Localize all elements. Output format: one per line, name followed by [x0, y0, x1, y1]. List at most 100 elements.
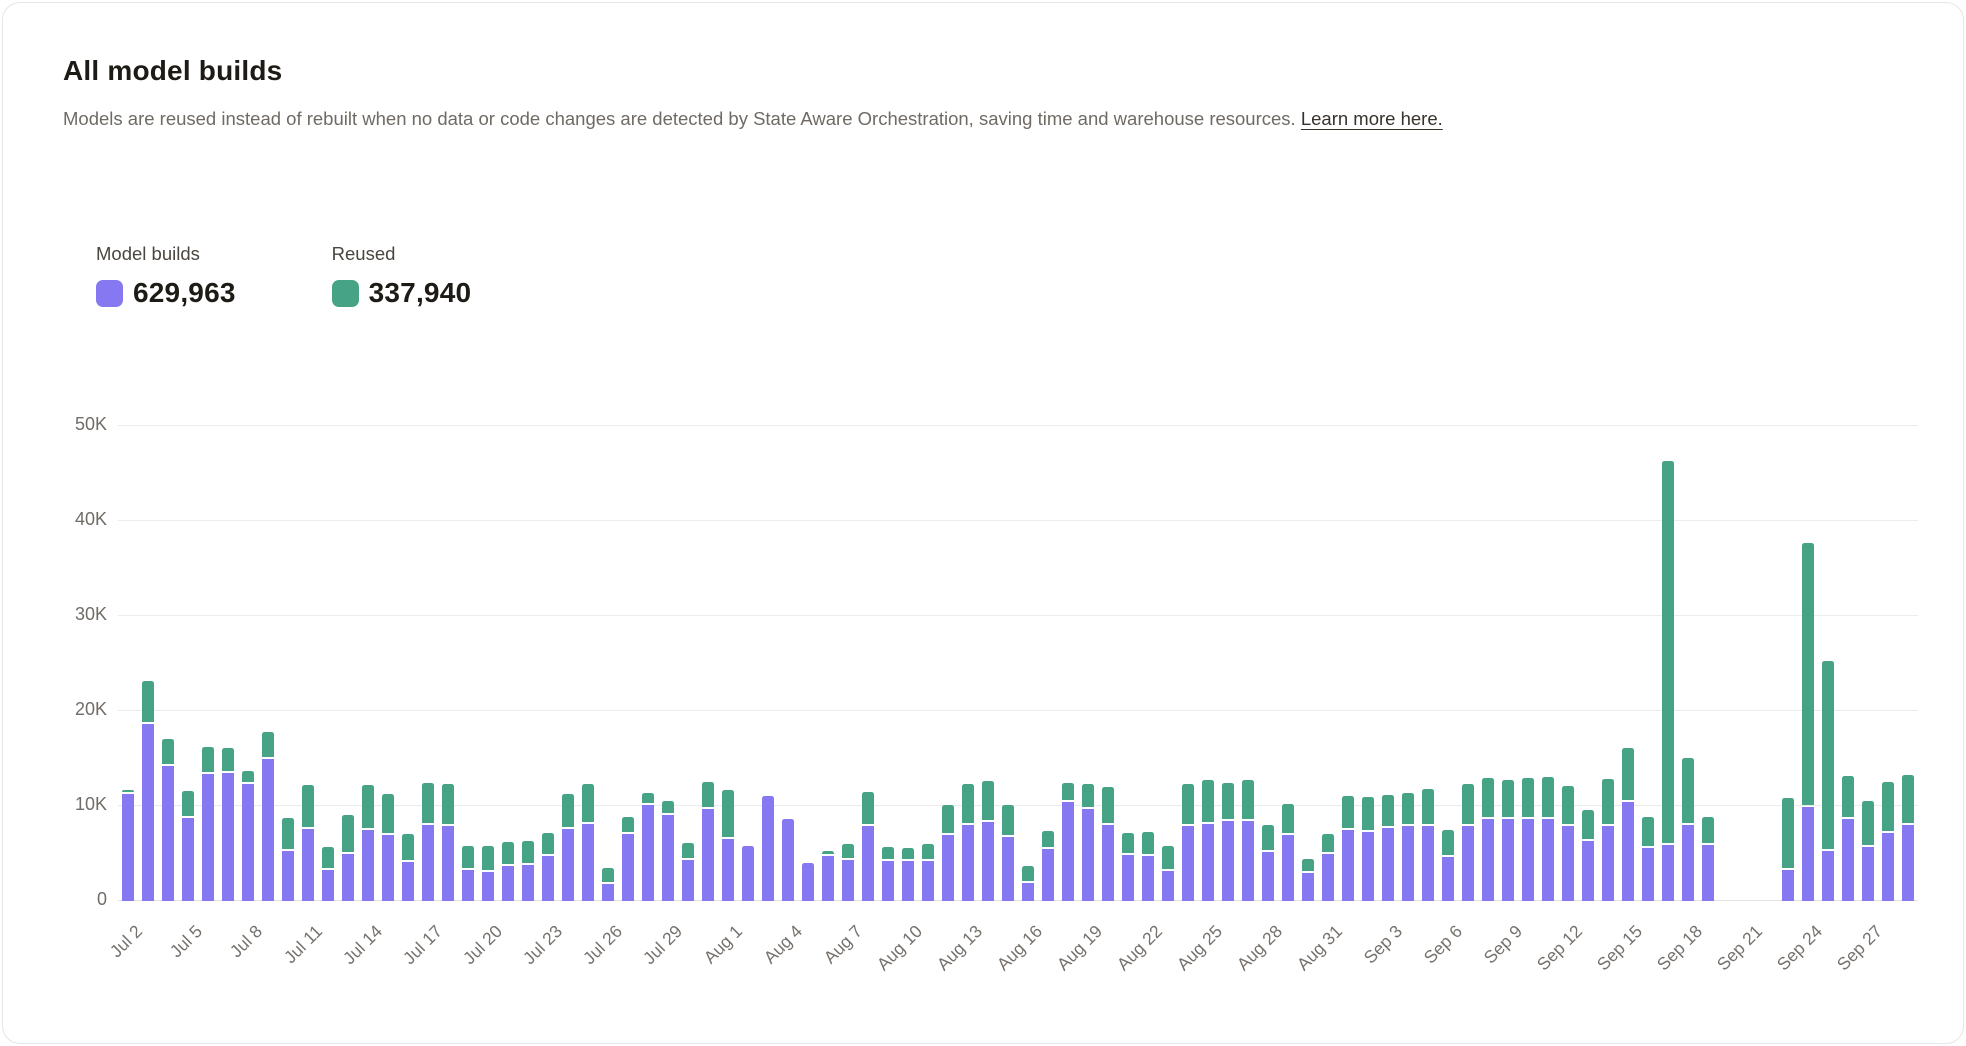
stacked-bar[interactable] — [1522, 778, 1534, 901]
bar-segment-builds[interactable] — [982, 822, 994, 901]
bar-segment-reused[interactable] — [482, 846, 494, 870]
bar-segment-reused[interactable] — [722, 790, 734, 837]
bar-segment-builds[interactable] — [1122, 855, 1134, 901]
bar-segment-builds[interactable] — [1622, 802, 1634, 901]
stacked-bar[interactable] — [1682, 758, 1694, 901]
bar-segment-builds[interactable] — [1522, 819, 1534, 901]
bar-segment-reused[interactable] — [1522, 778, 1534, 817]
bar-segment-reused[interactable] — [1342, 796, 1354, 828]
stacked-bar[interactable] — [1662, 461, 1674, 901]
bar-segment-reused[interactable] — [1242, 780, 1254, 819]
stacked-bar[interactable] — [142, 681, 154, 901]
stacked-bar[interactable] — [1782, 798, 1794, 901]
bar-segment-builds[interactable] — [282, 851, 294, 901]
bar-segment-reused[interactable] — [422, 783, 434, 823]
stacked-bar[interactable] — [1902, 775, 1914, 901]
bar-segment-builds[interactable] — [802, 863, 814, 901]
bar-segment-builds[interactable] — [1402, 826, 1414, 901]
bar-segment-builds[interactable] — [1082, 809, 1094, 901]
bar-segment-builds[interactable] — [622, 834, 634, 901]
bar-segment-reused[interactable] — [1682, 758, 1694, 823]
bar-segment-reused[interactable] — [322, 847, 334, 868]
bar-segment-builds[interactable] — [1542, 819, 1554, 901]
bar-segment-builds[interactable] — [362, 830, 374, 901]
bar-segment-builds[interactable] — [342, 854, 354, 901]
bar-segment-reused[interactable] — [282, 818, 294, 849]
bar-segment-reused[interactable] — [1902, 775, 1914, 823]
bar-segment-builds[interactable] — [1642, 848, 1654, 901]
bar-segment-reused[interactable] — [1122, 833, 1134, 853]
bar-segment-reused[interactable] — [1502, 780, 1514, 817]
stacked-bar[interactable] — [642, 793, 654, 901]
bar-segment-builds[interactable] — [942, 835, 954, 901]
stacked-bar[interactable] — [422, 783, 434, 901]
stacked-bar[interactable] — [1802, 543, 1814, 901]
bar-segment-reused[interactable] — [1562, 786, 1574, 824]
stacked-bar[interactable] — [522, 841, 534, 901]
stacked-bar[interactable] — [1822, 661, 1834, 901]
stacked-bar[interactable] — [462, 846, 474, 901]
bar-segment-builds[interactable] — [722, 839, 734, 901]
bar-segment-reused[interactable] — [882, 847, 894, 859]
stacked-bar[interactable] — [1542, 777, 1554, 901]
stacked-bar[interactable] — [202, 747, 214, 901]
bar-segment-reused[interactable] — [462, 846, 474, 868]
stacked-bar[interactable] — [302, 785, 314, 901]
bar-segment-reused[interactable] — [822, 851, 834, 854]
bar-segment-builds[interactable] — [1482, 819, 1494, 901]
bar-segment-builds[interactable] — [1362, 832, 1374, 901]
bar-segment-builds[interactable] — [1162, 871, 1174, 901]
bar-segment-reused[interactable] — [982, 781, 994, 820]
stacked-bar[interactable] — [162, 739, 174, 901]
stacked-bar[interactable] — [762, 796, 774, 901]
bar-segment-reused[interactable] — [622, 817, 634, 832]
stacked-bar[interactable] — [1042, 831, 1054, 901]
bar-segment-builds[interactable] — [302, 829, 314, 901]
bar-segment-builds[interactable] — [522, 865, 534, 901]
stacked-bar[interactable] — [242, 771, 254, 901]
bar-segment-reused[interactable] — [1002, 805, 1014, 835]
stacked-bar[interactable] — [722, 790, 734, 901]
bar-segment-builds[interactable] — [642, 805, 654, 901]
stacked-bar[interactable] — [662, 801, 674, 901]
bar-segment-builds[interactable] — [442, 826, 454, 901]
stacked-bar[interactable] — [182, 791, 194, 901]
stacked-bar[interactable] — [1262, 825, 1274, 901]
stacked-bar[interactable] — [942, 805, 954, 901]
stacked-bar[interactable] — [622, 817, 634, 901]
bar-segment-builds[interactable] — [182, 818, 194, 901]
bar-segment-builds[interactable] — [1242, 821, 1254, 901]
stacked-bar[interactable] — [682, 843, 694, 901]
bar-segment-builds[interactable] — [1262, 852, 1274, 901]
bar-segment-reused[interactable] — [1182, 784, 1194, 824]
stacked-bar[interactable] — [962, 784, 974, 901]
bar-segment-builds[interactable] — [1702, 845, 1714, 901]
bar-segment-reused[interactable] — [1362, 797, 1374, 830]
bar-segment-builds[interactable] — [1682, 825, 1694, 901]
bar-segment-builds[interactable] — [1042, 849, 1054, 901]
bar-segment-builds[interactable] — [1202, 824, 1214, 901]
bar-segment-reused[interactable] — [182, 791, 194, 816]
stacked-bar[interactable] — [882, 847, 894, 901]
bar-segment-reused[interactable] — [942, 805, 954, 833]
bar-segment-reused[interactable] — [862, 792, 874, 824]
stacked-bar[interactable] — [1162, 846, 1174, 901]
stacked-bar[interactable] — [1842, 776, 1854, 901]
learn-more-link[interactable]: Learn more here. — [1301, 108, 1443, 129]
bar-segment-reused[interactable] — [1482, 778, 1494, 817]
bar-segment-reused[interactable] — [1022, 866, 1034, 881]
stacked-bar[interactable] — [1082, 784, 1094, 901]
bar-segment-reused[interactable] — [1402, 793, 1414, 824]
bar-segment-builds[interactable] — [1602, 826, 1614, 901]
bar-segment-reused[interactable] — [1142, 832, 1154, 854]
bar-segment-builds[interactable] — [842, 860, 854, 901]
bar-segment-reused[interactable] — [1782, 798, 1794, 868]
stacked-bar[interactable] — [1362, 797, 1374, 901]
bar-segment-builds[interactable] — [1182, 826, 1194, 901]
bar-segment-reused[interactable] — [1042, 831, 1054, 847]
stacked-bar[interactable] — [982, 781, 994, 901]
bar-segment-reused[interactable] — [902, 848, 914, 859]
stacked-bar[interactable] — [442, 784, 454, 901]
bar-segment-builds[interactable] — [1442, 857, 1454, 901]
stacked-bar[interactable] — [1582, 810, 1594, 901]
